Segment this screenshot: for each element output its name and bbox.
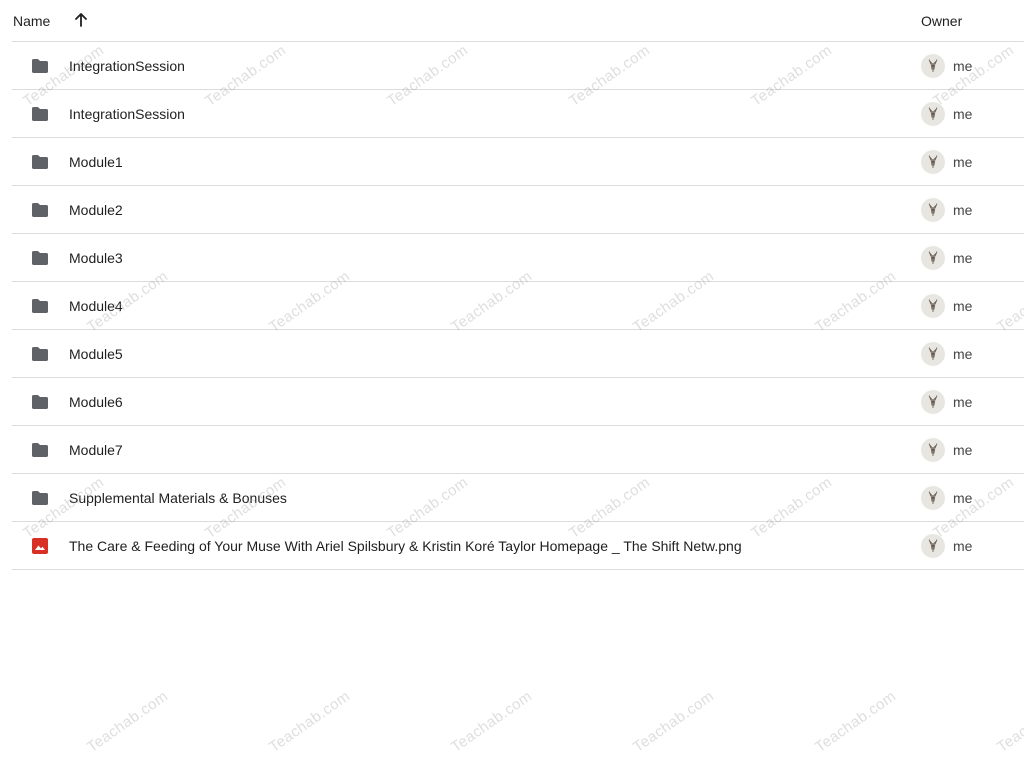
owner-name: me bbox=[953, 537, 973, 554]
folder-icon bbox=[30, 200, 50, 220]
watermark-text: Teachab.com bbox=[812, 687, 900, 756]
image-file-icon bbox=[30, 536, 50, 556]
file-row[interactable]: The Care & Feeding of Your Muse With Ari… bbox=[12, 522, 1024, 570]
file-row[interactable]: Module6 me bbox=[12, 378, 1024, 426]
owner-avatar bbox=[921, 390, 945, 414]
file-row[interactable]: Module5 me bbox=[12, 330, 1024, 378]
owner-name: me bbox=[953, 249, 973, 266]
folder-icon bbox=[30, 104, 50, 124]
file-name[interactable]: Module3 bbox=[69, 250, 123, 266]
owner-name: me bbox=[953, 489, 973, 506]
owner-avatar bbox=[921, 342, 945, 366]
watermark-text: Teachab.com bbox=[994, 687, 1024, 756]
column-header-name[interactable]: Name bbox=[13, 13, 50, 29]
watermark-text: Teachab.com bbox=[266, 687, 354, 756]
file-row[interactable]: Supplemental Materials & Bonuses me bbox=[12, 474, 1024, 522]
file-row[interactable]: Module2 me bbox=[12, 186, 1024, 234]
folder-icon bbox=[30, 152, 50, 172]
file-name[interactable]: Module4 bbox=[69, 298, 123, 314]
sort-ascending-icon[interactable] bbox=[73, 12, 89, 28]
file-row[interactable]: IntegrationSession me bbox=[12, 42, 1024, 90]
folder-icon bbox=[30, 440, 50, 460]
folder-icon bbox=[30, 344, 50, 364]
owner-avatar bbox=[921, 534, 945, 558]
file-row[interactable]: Module3 me bbox=[12, 234, 1024, 282]
owner-name: me bbox=[953, 105, 973, 122]
owner-avatar bbox=[921, 150, 945, 174]
watermark-text: Teachab.com bbox=[84, 687, 172, 756]
owner-avatar bbox=[921, 294, 945, 318]
file-name[interactable]: Module6 bbox=[69, 394, 123, 410]
column-header-owner: Owner bbox=[921, 12, 963, 29]
file-row[interactable]: Module1 me bbox=[12, 138, 1024, 186]
file-row[interactable]: IntegrationSession me bbox=[12, 90, 1024, 138]
owner-name: me bbox=[953, 297, 973, 314]
owner-avatar bbox=[921, 54, 945, 78]
list-header: Name Owner bbox=[12, 0, 1024, 42]
owner-name: me bbox=[953, 201, 973, 218]
file-name[interactable]: The Care & Feeding of Your Muse With Ari… bbox=[69, 538, 742, 554]
owner-name: me bbox=[953, 345, 973, 362]
owner-avatar bbox=[921, 486, 945, 510]
file-name[interactable]: IntegrationSession bbox=[69, 106, 185, 122]
file-name[interactable]: IntegrationSession bbox=[69, 58, 185, 74]
file-row[interactable]: Module7 me bbox=[12, 426, 1024, 474]
folder-icon bbox=[30, 248, 50, 268]
folder-icon bbox=[30, 296, 50, 316]
file-name[interactable]: Module5 bbox=[69, 346, 123, 362]
file-list: Name Owner IntegrationSession me Integrati… bbox=[12, 0, 1024, 570]
owner-name: me bbox=[953, 441, 973, 458]
watermark-text: Teachab.com bbox=[630, 687, 718, 756]
file-name[interactable]: Module2 bbox=[69, 202, 123, 218]
owner-avatar bbox=[921, 198, 945, 222]
owner-name: me bbox=[953, 153, 973, 170]
file-name[interactable]: Module1 bbox=[69, 154, 123, 170]
owner-name: me bbox=[953, 393, 973, 410]
watermark-text: Teachab.com bbox=[448, 687, 536, 756]
file-row[interactable]: Module4 me bbox=[12, 282, 1024, 330]
file-name[interactable]: Supplemental Materials & Bonuses bbox=[69, 490, 287, 506]
file-rows: IntegrationSession me IntegrationSession me… bbox=[12, 42, 1024, 570]
owner-name: me bbox=[953, 57, 973, 74]
owner-avatar bbox=[921, 102, 945, 126]
folder-icon bbox=[30, 488, 50, 508]
folder-icon bbox=[30, 56, 50, 76]
folder-icon bbox=[30, 392, 50, 412]
owner-avatar bbox=[921, 438, 945, 462]
owner-avatar bbox=[921, 246, 945, 270]
file-name[interactable]: Module7 bbox=[69, 442, 123, 458]
